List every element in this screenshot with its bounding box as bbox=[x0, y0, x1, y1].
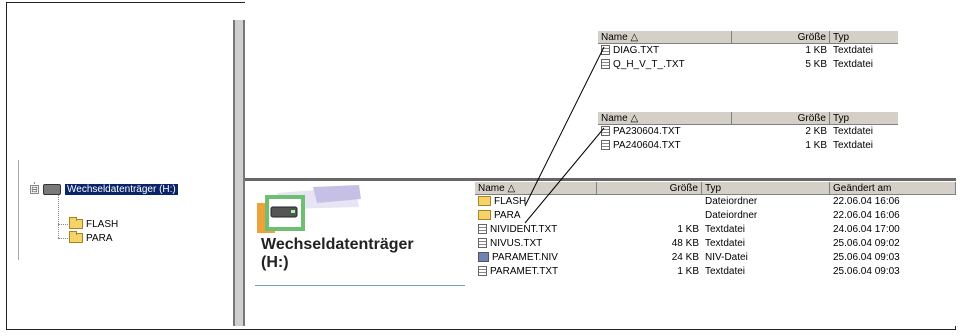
connector-flash bbox=[524, 46, 605, 207]
connector-para bbox=[524, 127, 605, 224]
connector-lines bbox=[524, 46, 605, 224]
